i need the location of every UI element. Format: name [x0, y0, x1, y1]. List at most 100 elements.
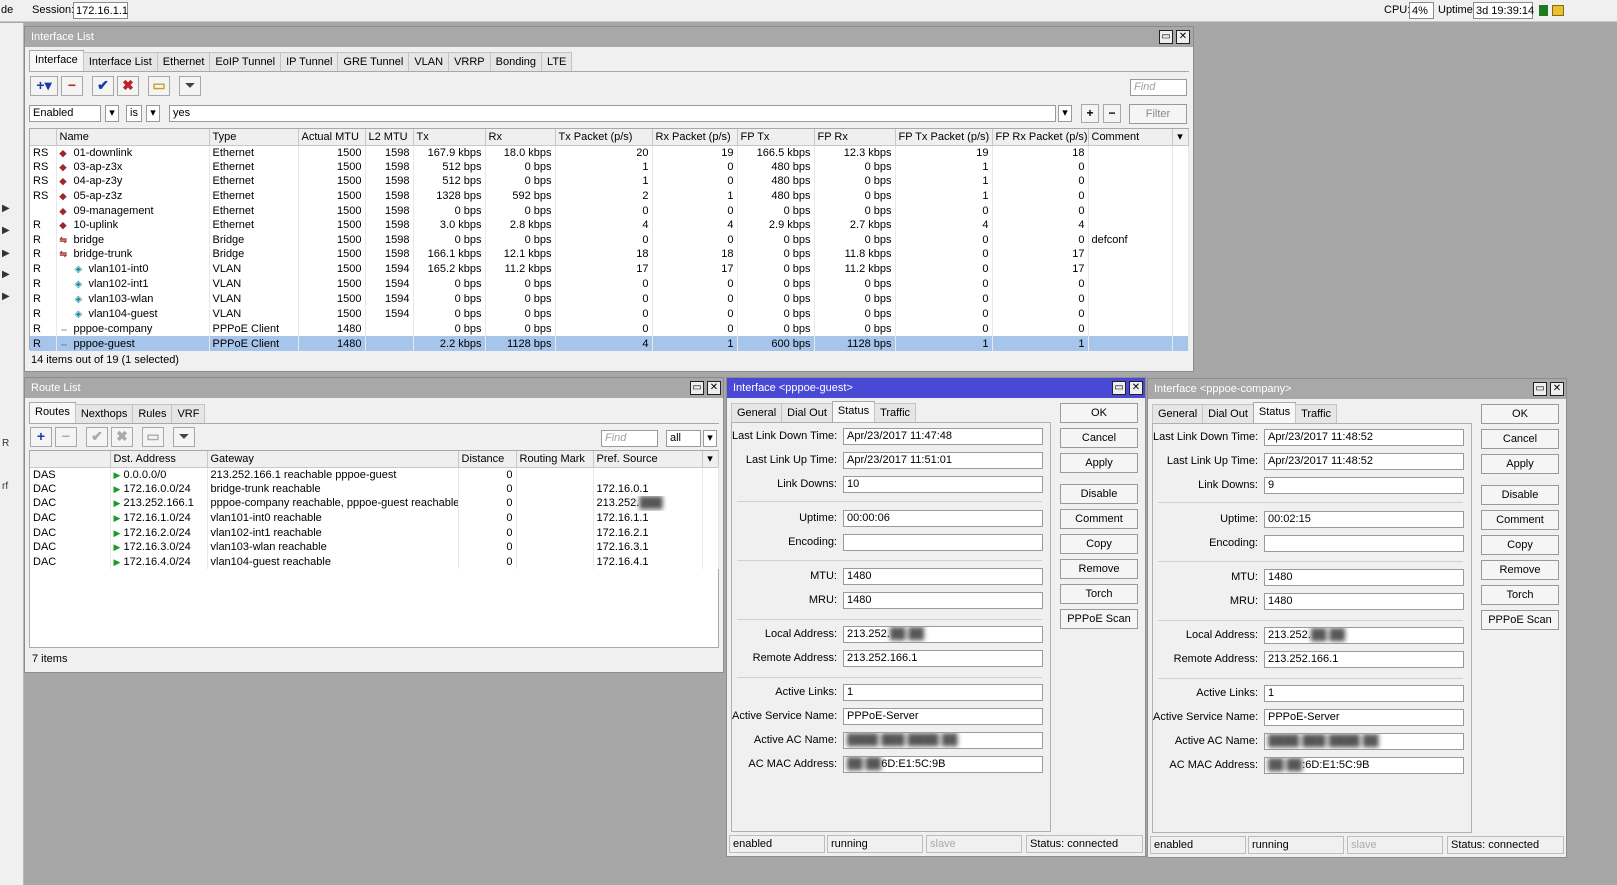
tab-vrrp[interactable]: VRRP: [448, 52, 491, 71]
tab-routes[interactable]: Routes: [29, 402, 76, 423]
tab-rules[interactable]: Rules: [132, 404, 173, 423]
link-downs-field[interactable]: 9: [1264, 477, 1464, 494]
mac-field[interactable]: ██:██6D:E1:5C:9B: [843, 756, 1043, 773]
tab-bonding[interactable]: Bonding: [489, 52, 543, 71]
column-header[interactable]: Tx Packet (p/s): [555, 129, 653, 146]
add-filter-button[interactable]: +: [1081, 104, 1099, 123]
tab-dial-out[interactable]: Dial Out: [781, 403, 833, 422]
links-field[interactable]: 1: [1264, 685, 1464, 702]
column-header[interactable]: FP Tx: [737, 129, 815, 146]
add-icon[interactable]: +: [30, 427, 52, 447]
maximize-button[interactable]: ▭: [690, 381, 704, 395]
column-header[interactable]: [30, 129, 57, 146]
remove-filter-button[interactable]: −: [1103, 104, 1121, 123]
link-downs-field[interactable]: 10: [843, 476, 1043, 493]
column-header[interactable]: Routing Mark: [516, 451, 594, 468]
tab-interface-list[interactable]: Interface List: [82, 52, 158, 71]
ac-field[interactable]: ████ ███ ████ ██: [1264, 733, 1464, 750]
tab-nexthops[interactable]: Nexthops: [74, 404, 134, 423]
column-header[interactable]: Gateway: [207, 451, 459, 468]
tab-vlan[interactable]: VLAN: [408, 52, 450, 71]
last-link-up-field[interactable]: Apr/23/2017 11:48:52: [1264, 453, 1464, 470]
table-row[interactable]: RS ◆ 05-ap-z3z Ethernet 1500 1598 1328 bps 592 …: [30, 188, 1189, 204]
mru-field[interactable]: 1480: [843, 592, 1043, 609]
disable-icon[interactable]: ✖: [117, 76, 139, 96]
uptime-field[interactable]: 00:02:15: [1264, 511, 1464, 528]
encoding-field[interactable]: [843, 534, 1043, 551]
remote-field[interactable]: 213.252.166.1: [1264, 651, 1464, 668]
table-row[interactable]: RS ◆ 04-ap-z3y Ethernet 1500 1598 512 bps 0 bps…: [30, 174, 1189, 189]
column-header[interactable]: FP Rx Packet (p/s): [992, 129, 1089, 146]
remote-field[interactable]: 213.252.166.1: [843, 650, 1043, 667]
session-field[interactable]: 172.16.1.1: [73, 2, 128, 19]
comment-icon[interactable]: ▭: [148, 76, 170, 96]
comment-button[interactable]: Comment: [1481, 510, 1559, 530]
table-row[interactable]: R ◈ vlan104-guest VLAN 1500 1594 0 bps 0 bps 0 0 0…: [30, 306, 1189, 322]
table-row[interactable]: R ◈ vlan103-wlan VLAN 1500 1594 0 bps 0 bps 0 0 0 …: [30, 291, 1189, 307]
links-field[interactable]: 1: [843, 684, 1043, 701]
enable-icon[interactable]: ✔: [92, 76, 114, 96]
table-row[interactable]: R ◆ 10-uplink Ethernet 1500 1598 3.0 kbps 2.8 k…: [30, 217, 1189, 233]
table-row[interactable]: DAC ▶ 172.16.2.0/24 vlan102-int1 reachable 0…: [30, 525, 719, 540]
tab-eoip-tunnel[interactable]: EoIP Tunnel: [209, 52, 282, 71]
disable-button[interactable]: Disable: [1481, 485, 1559, 505]
local-field[interactable]: 213.252.██.██: [843, 626, 1043, 643]
tab-dial-out[interactable]: Dial Out: [1202, 404, 1254, 423]
tab-lte[interactable]: LTE: [541, 52, 573, 71]
column-header[interactable]: Actual MTU: [298, 129, 366, 146]
table-row[interactable]: DAC ▶ 172.16.1.0/24 vlan101-int0 reachable 0…: [30, 510, 719, 526]
table-row[interactable]: R ⇔ pppoe-guest PPPoE Client 1480 2.2 kbps 112…: [30, 336, 1189, 351]
tab-vrf[interactable]: VRF: [171, 404, 206, 423]
column-header[interactable]: Tx: [413, 129, 486, 146]
remove-icon[interactable]: −: [55, 427, 77, 447]
last-link-down-field[interactable]: Apr/23/2017 11:47:48: [843, 428, 1043, 445]
tab-status[interactable]: Status: [1252, 402, 1297, 423]
filter-field-select[interactable]: Enabled: [29, 105, 101, 122]
chevron-down-icon[interactable]: ▾: [702, 451, 719, 468]
filter-value-input[interactable]: yes: [169, 105, 1056, 122]
pppoe-scan-button[interactable]: PPPoE Scan: [1481, 610, 1559, 630]
column-header[interactable]: Dst. Address: [110, 451, 208, 468]
local-field[interactable]: 213.252.██.██: [1264, 627, 1464, 644]
table-row[interactable]: R ⇋ bridge Bridge 1500 1598 0 bps 0 bps 0 0 0 bps 0…: [30, 232, 1189, 248]
mac-field[interactable]: ██:██:6D:E1:5C:9B: [1264, 757, 1464, 774]
tab-general[interactable]: General: [1152, 404, 1204, 423]
remove-button[interactable]: Remove: [1481, 560, 1559, 580]
service-field[interactable]: PPPoE-Server: [1264, 709, 1464, 726]
close-button[interactable]: ✕: [707, 381, 721, 395]
column-header[interactable]: L2 MTU: [365, 129, 414, 146]
column-header[interactable]: Pref. Source: [593, 451, 703, 468]
maximize-button[interactable]: ▭: [1112, 381, 1126, 395]
column-header[interactable]: [30, 451, 111, 468]
table-row[interactable]: ◆ 09-management Ethernet 1500 1598 0 bps 0 bps…: [30, 203, 1189, 218]
table-row[interactable]: DAC ▶ 172.16.3.0/24 vlan103-wlan reachable 0…: [30, 539, 719, 555]
close-button[interactable]: ✕: [1129, 381, 1143, 395]
chevron-down-icon[interactable]: ▾: [146, 105, 160, 122]
mtu-field[interactable]: 1480: [1264, 569, 1464, 586]
apply-button[interactable]: Apply: [1060, 453, 1138, 473]
maximize-button[interactable]: ▭: [1533, 382, 1547, 396]
chevron-down-icon[interactable]: ▾: [1172, 129, 1189, 146]
menu-stub[interactable]: de: [1, 4, 13, 16]
ok-button[interactable]: OK: [1060, 403, 1138, 423]
tab-ip-tunnel[interactable]: IP Tunnel: [280, 52, 339, 71]
find-input[interactable]: Find: [601, 430, 658, 447]
tab-gre-tunnel[interactable]: GRE Tunnel: [337, 52, 410, 71]
column-header[interactable]: FP Rx: [814, 129, 896, 146]
routing-table-select[interactable]: all: [666, 430, 701, 447]
table-row[interactable]: R ◈ vlan102-int1 VLAN 1500 1594 0 bps 0 bps 0 0 0 …: [30, 276, 1189, 292]
filter-button[interactable]: Filter: [1129, 104, 1187, 124]
last-link-down-field[interactable]: Apr/23/2017 11:48:52: [1264, 429, 1464, 446]
table-row[interactable]: DAC ▶ 213.252.166.1 pppoe-company reachable…: [30, 496, 719, 511]
chevron-down-icon[interactable]: ▾: [105, 105, 119, 122]
comment-icon[interactable]: ▭: [142, 427, 164, 447]
table-row[interactable]: DAC ▶ 172.16.4.0/24 vlan104-guest reachable…: [30, 554, 719, 570]
filter-op-select[interactable]: is: [126, 105, 142, 122]
table-row[interactable]: RS ◆ 01-downlink Ethernet 1500 1598 167.9 kbps…: [30, 145, 1189, 160]
column-header[interactable]: Rx: [485, 129, 556, 146]
last-link-up-field[interactable]: Apr/23/2017 11:51:01: [843, 452, 1043, 469]
table-row[interactable]: R ◈ vlan101-int0 VLAN 1500 1594 165.2 kbps 11.2…: [30, 261, 1189, 277]
table-row[interactable]: R ⇔ pppoe-company PPPoE Client 1480 0 bps 0 bp…: [30, 321, 1189, 337]
tab-traffic[interactable]: Traffic: [874, 403, 917, 422]
add-icon[interactable]: +▾: [30, 76, 58, 96]
